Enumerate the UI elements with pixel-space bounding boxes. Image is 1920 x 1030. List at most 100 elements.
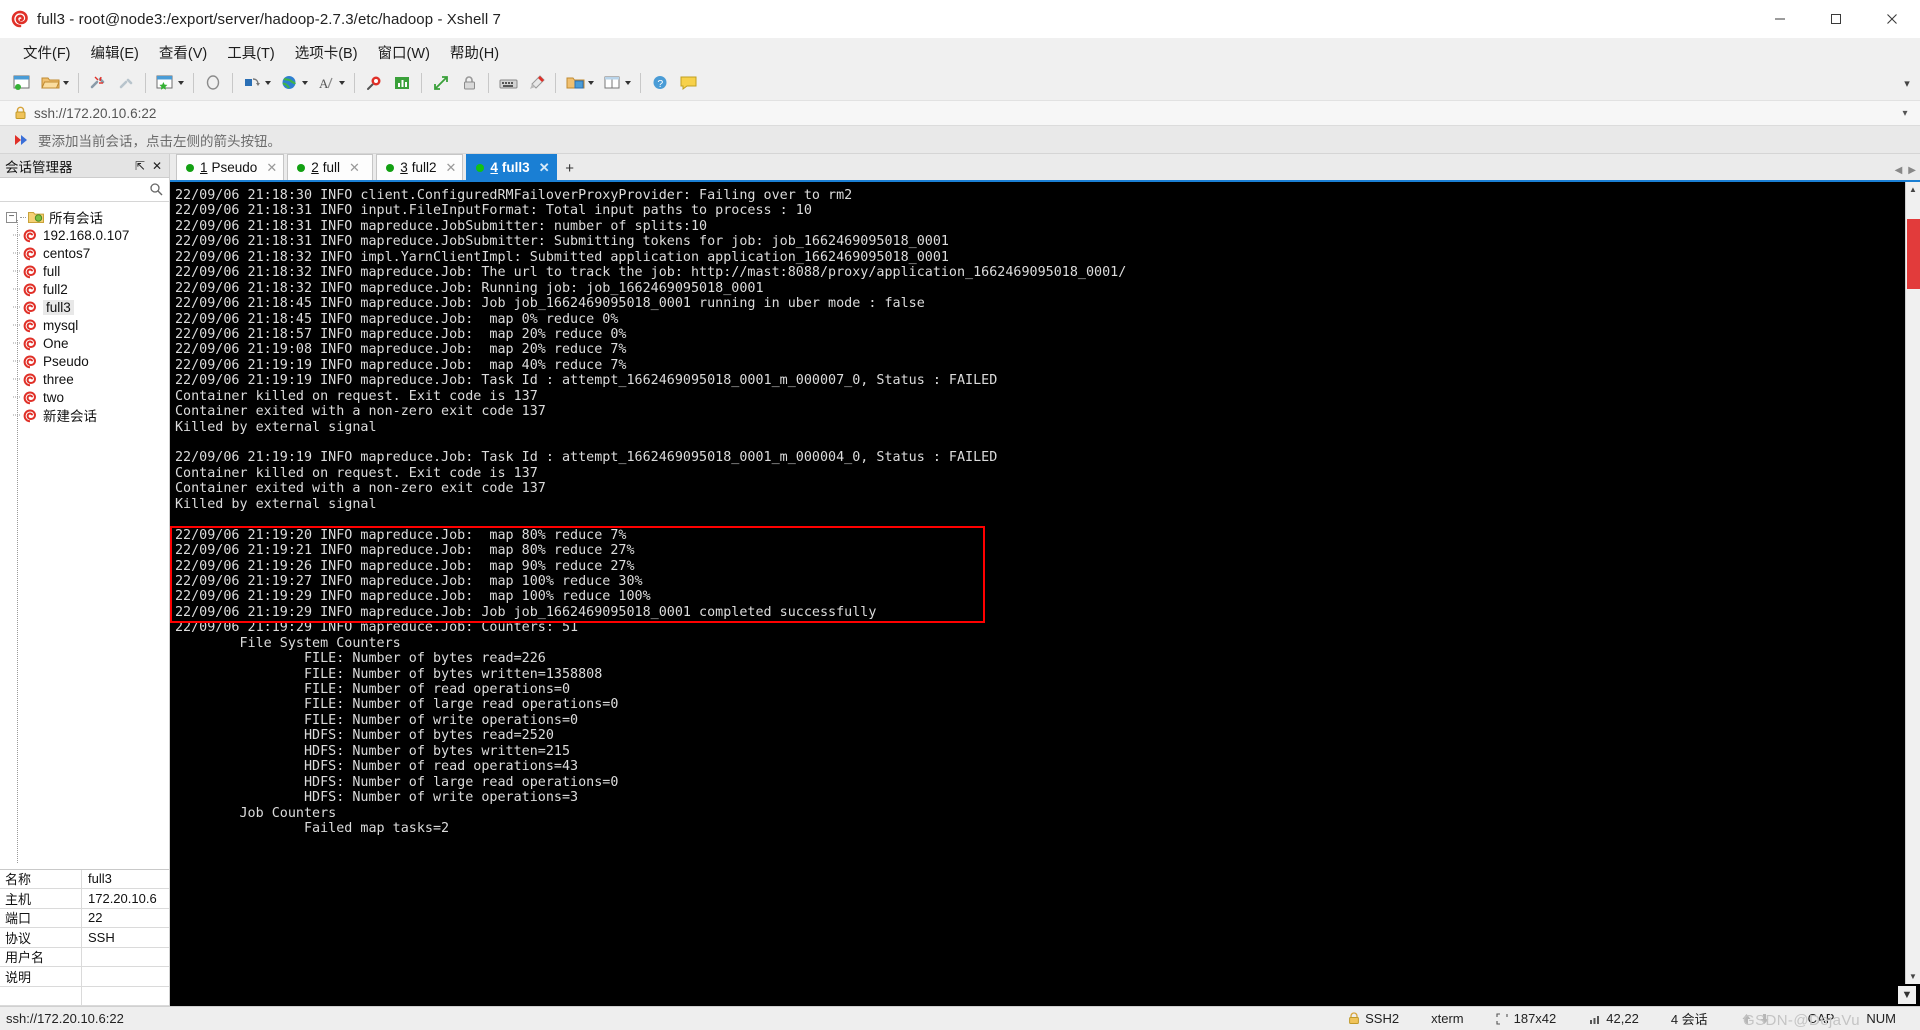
session-item-full3[interactable]: full3 <box>0 298 169 316</box>
transfer-button[interactable] <box>238 69 275 97</box>
red-arrow-icon <box>14 133 30 147</box>
save-session-chevron-down-icon[interactable] <box>176 72 185 94</box>
menu-window[interactable]: 窗口(W) <box>369 39 439 66</box>
session-item-one[interactable]: One <box>0 334 169 352</box>
session-icon <box>22 300 38 315</box>
tab-close-icon[interactable]: ✕ <box>266 160 277 176</box>
tab-close-icon[interactable]: ✕ <box>349 160 360 176</box>
main-body: 会话管理器 ⇱ ✕ − 所有会话 192.168.0.107 centos7 f… <box>0 154 1920 1006</box>
session-item-three[interactable]: three <box>0 370 169 388</box>
highlight-button[interactable] <box>522 69 550 97</box>
menu-view[interactable]: 查看(V) <box>150 39 216 66</box>
folder-icon <box>28 210 44 224</box>
find-button[interactable] <box>360 69 388 97</box>
terminal-line: 22/09/06 21:19:21 INFO mapreduce.Job: ma… <box>175 543 635 559</box>
toolbar-collapse-chevron-down-icon[interactable]: ▾ <box>1900 74 1914 92</box>
help-button[interactable]: ? <box>646 69 674 97</box>
toolbar-divider-4 <box>232 73 233 93</box>
fullscreen-button[interactable] <box>427 69 455 97</box>
address-bar[interactable]: ssh://172.20.10.6:22 ▾ <box>0 100 1920 126</box>
session-item-new[interactable]: 新建会话 <box>0 406 169 424</box>
session-item-pseudo[interactable]: Pseudo <box>0 352 169 370</box>
session-icon <box>22 354 38 369</box>
reconnect-button[interactable] <box>112 69 140 97</box>
search-icon[interactable] <box>149 182 163 196</box>
session-item-full2[interactable]: full2 <box>0 280 169 298</box>
property-value: 22 <box>88 910 103 926</box>
tab-close-icon[interactable]: ✕ <box>539 160 550 176</box>
save-session-button[interactable] <box>151 69 188 97</box>
globe-button[interactable] <box>275 69 312 97</box>
status-transfer-indicators <box>1724 1012 1792 1025</box>
maximize-button[interactable] <box>1808 0 1864 38</box>
find-icon <box>363 72 385 94</box>
chat-button[interactable] <box>674 69 702 97</box>
connected-status-icon <box>297 163 306 172</box>
session-search-row[interactable] <box>0 178 169 202</box>
layout-chevron-down-icon[interactable] <box>623 72 632 94</box>
close-button[interactable] <box>1864 0 1920 38</box>
keyboard-button[interactable] <box>494 69 522 97</box>
menu-tab[interactable]: 选项卡(B) <box>286 39 367 66</box>
session-item-two[interactable]: two <box>0 388 169 406</box>
address-chevron-down-icon[interactable]: ▾ <box>1898 105 1912 121</box>
menu-edit[interactable]: 编辑(E) <box>82 39 148 66</box>
menu-tools[interactable]: 工具(T) <box>218 39 284 66</box>
tab-full3[interactable]: 4 full3 ✕ <box>466 154 557 180</box>
window-title: full3 - root@node3:/export/server/hadoop… <box>37 10 501 28</box>
status-num: NUM <box>1866 1011 1896 1026</box>
tab-nav-left-icon[interactable]: ◀ <box>1895 165 1903 176</box>
folder-open-chevron-down-icon[interactable] <box>586 72 595 94</box>
scroll-track[interactable] <box>1905 197 1920 969</box>
session-search-input[interactable] <box>4 182 144 197</box>
scroll-up-icon[interactable]: ▲ <box>1905 182 1920 197</box>
property-row-protocol: 协议 SSH <box>0 928 169 948</box>
address-input[interactable]: ssh://172.20.10.6:22 <box>34 106 156 121</box>
session-item-centos7[interactable]: centos7 <box>0 244 169 262</box>
menu-help[interactable]: 帮助(H) <box>441 39 508 66</box>
transfer-chevron-down-icon[interactable] <box>263 72 272 94</box>
menu-file[interactable]: 文件(F) <box>14 39 80 66</box>
globe-chevron-down-icon[interactable] <box>300 72 309 94</box>
window-controls <box>1752 0 1920 38</box>
status-sessions: 4 会话 <box>1670 1012 1708 1027</box>
layout-button[interactable] <box>598 69 635 97</box>
tab-close-icon[interactable]: ✕ <box>446 160 457 176</box>
tab-nav-right-icon[interactable]: ▶ <box>1908 165 1916 176</box>
expander-icon[interactable]: − <box>6 211 17 223</box>
terminal-line: Container exited with a non-zero exit co… <box>175 404 546 420</box>
tab-full2[interactable]: 3 full2 ✕ <box>376 154 464 180</box>
session-item-192-168-0-107[interactable]: 192.168.0.107 <box>0 226 169 244</box>
pin-icon[interactable]: ⇱ <box>133 158 147 174</box>
session-item-full[interactable]: full <box>0 262 169 280</box>
folder-open-button[interactable] <box>561 69 598 97</box>
log-button[interactable] <box>388 69 416 97</box>
terminal-output[interactable]: 22/09/06 21:18:30 INFO client.Configured… <box>170 182 1905 984</box>
new-tab-button[interactable]: + <box>560 156 580 180</box>
close-panel-icon[interactable]: ✕ <box>150 158 164 174</box>
session-item-mysql[interactable]: mysql <box>0 316 169 334</box>
scroll-down-icon[interactable]: ▼ <box>1905 969 1920 984</box>
terminal-line: HDFS: Number of large read operations=0 <box>175 774 619 790</box>
minimize-button[interactable] <box>1752 0 1808 38</box>
terminal-line: FILE: Number of write operations=0 <box>175 712 579 728</box>
clear-screen-button[interactable] <box>199 69 227 97</box>
property-key: 说明 <box>0 967 82 986</box>
open-folder-chevron-down-icon[interactable] <box>61 72 70 94</box>
terminal-line: Failed map tasks=2 <box>175 820 450 836</box>
tab-pseudo[interactable]: 1 Pseudo ✕ <box>176 154 285 180</box>
property-row-port: 端口 22 <box>0 908 169 928</box>
tab-full[interactable]: 2 full ✕ <box>287 154 374 180</box>
lock-button[interactable] <box>455 69 483 97</box>
notice-bar: 要添加当前会话，点击左侧的箭头按钮。 <box>0 126 1920 154</box>
tab-number: 2 <box>311 160 319 175</box>
terminal-scrollbar[interactable]: ▲ ▼ <box>1905 182 1920 984</box>
font-button[interactable]: A <box>312 69 349 97</box>
font-chevron-down-icon[interactable] <box>337 72 346 94</box>
new-session-button[interactable] <box>8 69 36 97</box>
terminal-expand-chevron-down-icon[interactable]: ▼ <box>1898 986 1916 1004</box>
open-folder-button[interactable] <box>36 69 73 97</box>
session-tree-root[interactable]: − 所有会话 <box>0 208 169 226</box>
session-tree[interactable]: − 所有会话 192.168.0.107 centos7 full full2 … <box>0 202 169 869</box>
disconnect-button[interactable] <box>84 69 112 97</box>
